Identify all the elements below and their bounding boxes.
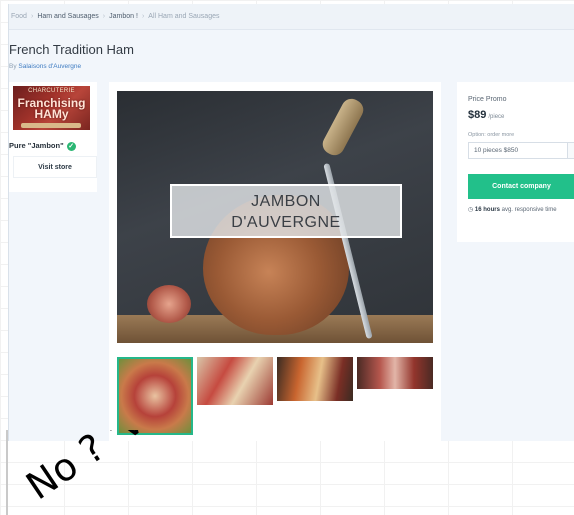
seller-link[interactable]: Salaisons d'Auvergne bbox=[18, 63, 81, 70]
handwritten-annotation: No ? 'V '5 bbox=[18, 430, 191, 508]
breadcrumb-item[interactable]: Jambon ! bbox=[109, 13, 138, 20]
store-logo-strip bbox=[21, 123, 81, 128]
product-page: Food › Ham and Sausages › Jambon ! › All Ham a… bbox=[8, 4, 574, 441]
hero-label-line1: JAMBON bbox=[251, 193, 321, 210]
quantity-stepper[interactable] bbox=[567, 143, 574, 158]
response-time: ◷ 16 hours avg. responsive time bbox=[468, 206, 557, 213]
breadcrumb-item[interactable]: Food bbox=[11, 13, 27, 20]
store-logo-top-text: CHARCUTERIE bbox=[28, 88, 75, 94]
hero-label: JAMBON D'AUVERGNE bbox=[170, 184, 402, 238]
option-value: 10 pieces $850 bbox=[474, 147, 519, 154]
thumbnail-sausages[interactable] bbox=[357, 357, 433, 389]
breadcrumb: Food › Ham and Sausages › Jambon ! › All Ham a… bbox=[11, 13, 220, 20]
price-card: Price Promo $89/piece Option: order more… bbox=[457, 82, 574, 242]
quantity-option-select[interactable]: 10 pieces $850 bbox=[468, 142, 574, 159]
store-name-text: Pure "Jambon" bbox=[9, 141, 64, 150]
contact-company-button[interactable]: Contact company bbox=[468, 174, 574, 199]
product-title: French Tradition Ham bbox=[9, 42, 134, 57]
price-amount: $89/piece bbox=[468, 109, 504, 121]
visit-store-button[interactable]: Visit store bbox=[13, 156, 97, 178]
product-byline: By Salaisons d'Auvergne bbox=[9, 63, 81, 70]
byline-prefix: By bbox=[9, 63, 17, 70]
response-time-value: 16 hours bbox=[474, 207, 500, 213]
breadcrumb-item[interactable]: Ham and Sausages bbox=[37, 13, 98, 20]
option-label: Option: order more bbox=[468, 132, 515, 138]
price-unit: /piece bbox=[488, 114, 505, 120]
thumbnail-dark-board-platter[interactable] bbox=[277, 357, 353, 401]
price-value: $89 bbox=[468, 109, 487, 121]
store-name: Pure "Jambon" ✓ bbox=[9, 141, 76, 151]
hero-image[interactable]: JAMBON D'AUVERGNE bbox=[117, 91, 433, 343]
store-logo-main-text: Franchising HAMy bbox=[17, 96, 86, 121]
thumbnail-ham-board[interactable] bbox=[197, 357, 273, 405]
breadcrumb-item: All Ham and Sausages bbox=[148, 13, 220, 20]
hero-ham-slice bbox=[147, 285, 191, 323]
store-logo[interactable]: CHARCUTERIE Franchising HAMy bbox=[13, 86, 90, 130]
product-gallery: JAMBON D'AUVERGNE bbox=[109, 82, 441, 441]
handwritten-text: No ? 'V '5 bbox=[18, 430, 191, 508]
response-time-suffix: avg. responsive time bbox=[501, 207, 557, 213]
thumbnail-strip bbox=[117, 357, 433, 435]
verified-check-icon: ✓ bbox=[66, 141, 76, 151]
thumbnail-charcuterie-platter[interactable] bbox=[117, 357, 193, 435]
breadcrumb-bar: Food › Ham and Sausages › Jambon ! › All Ham a… bbox=[9, 4, 574, 30]
hero-ham-bone bbox=[319, 95, 367, 159]
hero-label-line2: D'AUVERGNE bbox=[231, 214, 341, 231]
price-label: Price Promo bbox=[468, 96, 507, 103]
clock-icon: ◷ bbox=[468, 207, 474, 213]
